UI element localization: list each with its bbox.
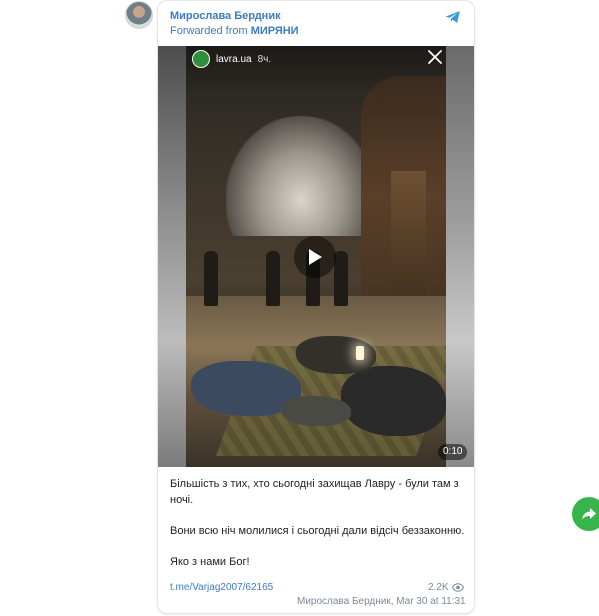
views-counter: 2.2K bbox=[428, 582, 464, 593]
forwarded-line: Forwarded from МИРЯНИ bbox=[170, 25, 299, 37]
church-vault bbox=[226, 116, 376, 236]
post-link[interactable]: t.me/Varjag2007/62165 bbox=[170, 582, 273, 593]
telegram-post-page: Мирослава Бердник Forwarded from МИРЯНИ bbox=[0, 0, 599, 616]
video-blur-left bbox=[158, 46, 186, 467]
video-duration: 0:10 bbox=[438, 444, 468, 460]
post-card: Мирослава Бердник Forwarded from МИРЯНИ bbox=[157, 0, 475, 614]
close-icon bbox=[428, 50, 442, 64]
person-silhouette bbox=[334, 251, 348, 306]
story-avatar bbox=[192, 50, 210, 68]
forwarded-prefix: Forwarded from bbox=[170, 25, 251, 37]
sleeping-person bbox=[281, 396, 351, 426]
message-text: Більшість з тих, хто сьогодні захищав Ла… bbox=[170, 476, 466, 570]
share-icon bbox=[582, 508, 596, 520]
play-button[interactable] bbox=[294, 236, 336, 278]
eye-icon bbox=[451, 583, 464, 592]
video-frame[interactable]: lavra.ua 8ч. bbox=[186, 46, 446, 467]
message-paragraph: Більшість з тих, хто сьогодні захищав Ла… bbox=[170, 478, 459, 506]
video-preview[interactable]: lavra.ua 8ч. 0:10 bbox=[158, 46, 474, 467]
post-author[interactable]: Мирослава Бердник bbox=[170, 10, 281, 22]
message-paragraph: Яко з нами Бог! bbox=[170, 556, 250, 568]
phone-light bbox=[356, 346, 364, 360]
post-meta: Мирослава Бердник, Mar 30 at 11:31 bbox=[297, 596, 466, 607]
play-icon bbox=[309, 249, 322, 265]
telegram-icon[interactable] bbox=[444, 8, 462, 26]
share-button[interactable] bbox=[572, 497, 599, 531]
forwarded-source[interactable]: МИРЯНИ bbox=[251, 25, 299, 37]
video-blur-right bbox=[446, 46, 474, 467]
sleeping-person bbox=[341, 366, 446, 436]
views-count: 2.2K bbox=[428, 582, 449, 593]
story-time: 8ч. bbox=[257, 53, 272, 65]
story-header: lavra.ua 8ч. bbox=[192, 50, 271, 68]
person-silhouette bbox=[204, 251, 218, 306]
author-avatar[interactable] bbox=[125, 1, 153, 29]
message-paragraph: Вони всю ніч молилися і сьогодні дали ві… bbox=[170, 525, 465, 537]
person-silhouette bbox=[266, 251, 280, 306]
story-account: lavra.ua bbox=[216, 53, 252, 65]
